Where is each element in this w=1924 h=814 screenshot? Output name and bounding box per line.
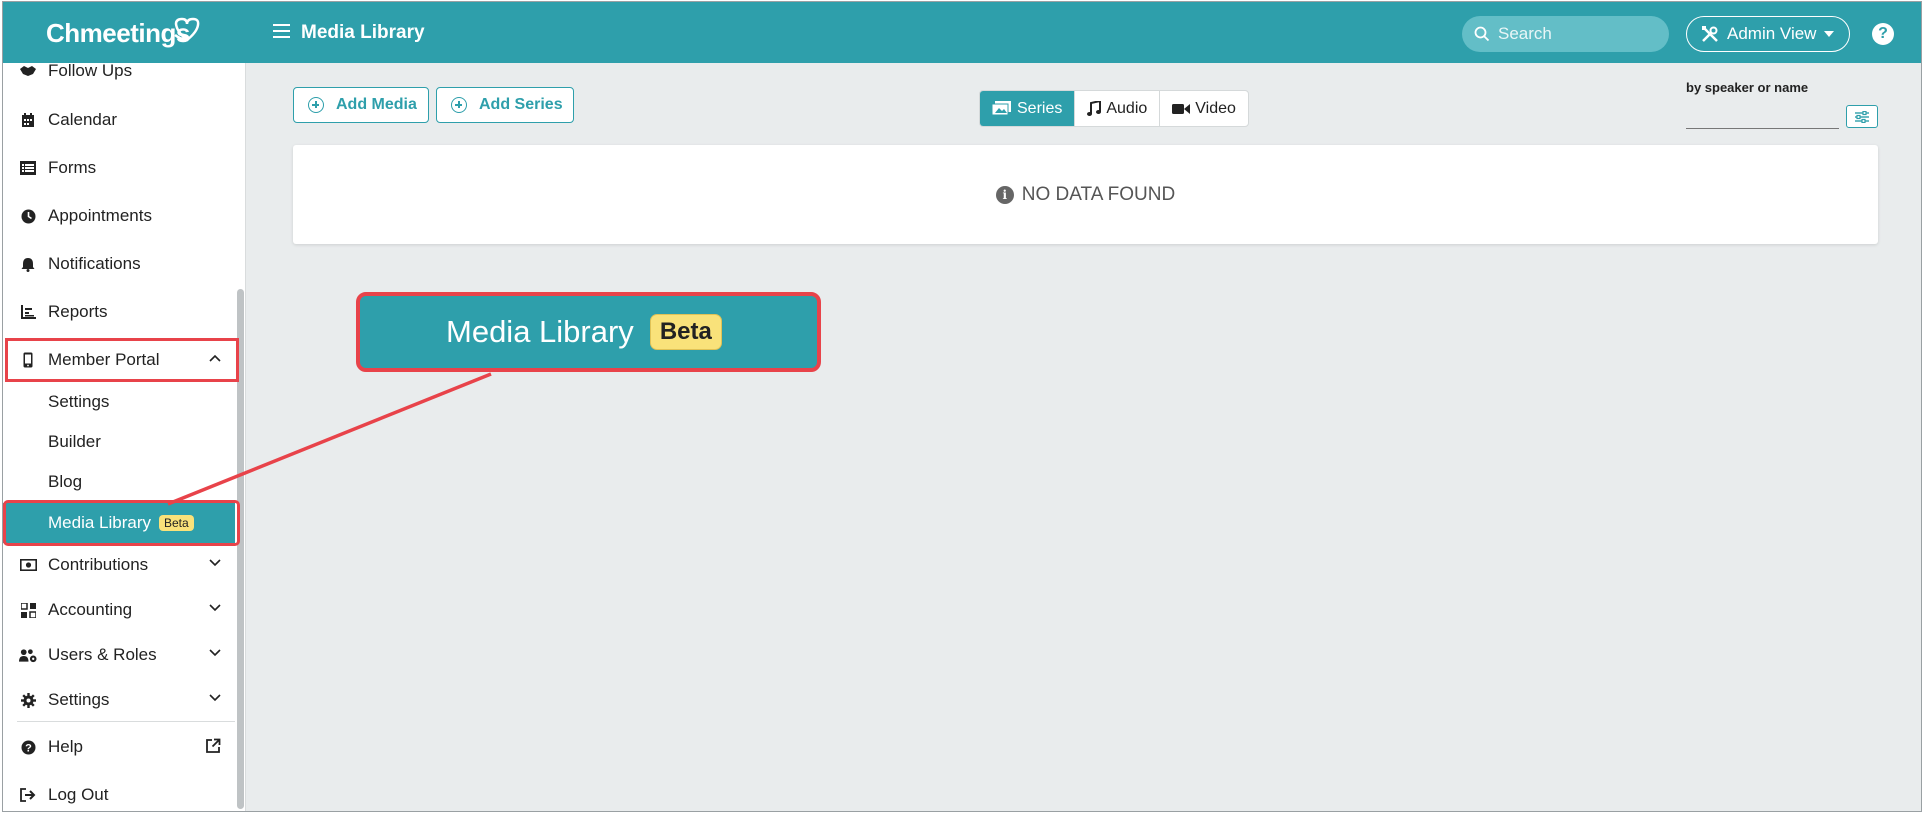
- money-icon: [19, 556, 37, 574]
- add-series-label: Add Series: [479, 96, 563, 113]
- highlight-media-library: [3, 500, 240, 546]
- hamburger-menu-icon[interactable]: [273, 24, 290, 38]
- filter-label: by speaker or name: [1686, 80, 1809, 95]
- sidebar: Follow Ups Calendar Forms Appointments N: [3, 61, 246, 811]
- filter-settings-button[interactable]: [1846, 105, 1878, 128]
- add-series-button[interactable]: Add Series: [436, 87, 574, 123]
- sidebar-subitem-settings[interactable]: Settings: [3, 383, 235, 421]
- sidebar-item-label: Help: [48, 737, 83, 756]
- callout-beta-badge: Beta: [649, 314, 722, 350]
- sidebar-item-label: Accounting: [48, 600, 133, 619]
- grid-icon: [19, 601, 37, 619]
- bar-chart-icon: [19, 303, 37, 321]
- top-bar: Chmeetings Media Library Admin View ?: [3, 2, 1921, 63]
- sidebar-item-calendar[interactable]: Calendar: [3, 100, 235, 140]
- app-window: Chmeetings Media Library Admin View ?: [2, 1, 1922, 812]
- sidebar-item-reports[interactable]: Reports: [3, 292, 235, 332]
- sidebar-item-log-out[interactable]: Log Out: [3, 775, 235, 811]
- external-link-icon: [206, 738, 221, 753]
- sliders-icon: [1855, 110, 1869, 123]
- sidebar-item-label: Follow Ups: [48, 61, 133, 80]
- sidebar-item-label: Calendar: [48, 110, 117, 129]
- sidebar-item-label: Contributions: [48, 555, 149, 574]
- search-icon: [1474, 26, 1490, 42]
- sidebar-item-help[interactable]: ? Help: [3, 727, 235, 767]
- sidebar-divider: [17, 721, 235, 722]
- video-camera-icon: [1172, 103, 1191, 114]
- sidebar-item-appointments[interactable]: Appointments: [3, 196, 235, 236]
- sidebar-subitem-blog[interactable]: Blog: [3, 463, 235, 501]
- search-input[interactable]: [1498, 24, 1658, 44]
- svg-text:?: ?: [25, 742, 32, 754]
- gear-icon: [19, 691, 37, 709]
- users-gear-icon: [19, 646, 37, 664]
- brand-name[interactable]: Chmeetings: [46, 18, 190, 49]
- speaker-name-filter-input[interactable]: [1686, 104, 1839, 129]
- caret-down-icon: [1824, 31, 1835, 37]
- sidebar-item-settings[interactable]: Settings: [3, 680, 235, 720]
- sidebar-item-contributions[interactable]: Contributions: [3, 545, 235, 585]
- chevron-down-icon: [209, 694, 221, 702]
- sidebar-item-label: Reports: [48, 302, 108, 321]
- sidebar-item-label: Appointments: [48, 206, 152, 225]
- sidebar-item-notifications[interactable]: Notifications: [3, 244, 235, 284]
- media-library-callout: Media Library Beta: [356, 292, 821, 372]
- admin-view-dropdown[interactable]: Admin View: [1686, 16, 1850, 52]
- info-icon: i: [995, 185, 1014, 204]
- tab-label: Audio: [1106, 99, 1148, 117]
- chevron-down-icon: [209, 649, 221, 657]
- list-icon: [19, 159, 37, 177]
- empty-state-message: NO DATA FOUND: [1021, 183, 1176, 205]
- logout-icon: [19, 786, 37, 804]
- admin-view-label: Admin View: [1727, 24, 1817, 43]
- music-icon: [1087, 100, 1102, 116]
- series-icon: [992, 101, 1011, 116]
- empty-state-card: i NO DATA FOUND: [293, 145, 1878, 244]
- sidebar-item-label: Log Out: [48, 785, 109, 804]
- chevron-down-icon: [209, 559, 221, 567]
- sidebar-subitem-builder[interactable]: Builder: [3, 423, 235, 461]
- sidebar-item-follow-ups[interactable]: Follow Ups: [3, 51, 235, 91]
- plus-circle-icon: [451, 97, 467, 113]
- tools-icon: [1702, 26, 1718, 42]
- callout-title: Media Library: [446, 314, 634, 349]
- sidebar-item-label: Notifications: [48, 254, 141, 273]
- handshake-icon: [19, 62, 37, 80]
- sidebar-item-users-roles[interactable]: Users & Roles: [3, 635, 235, 675]
- tab-series[interactable]: Series: [980, 91, 1076, 126]
- add-media-label: Add Media: [336, 96, 417, 113]
- brand-logo-icon: [174, 17, 200, 42]
- sidebar-item-label: Settings: [48, 690, 110, 709]
- clock-icon: [19, 207, 37, 225]
- chevron-down-icon: [209, 604, 221, 612]
- search-box[interactable]: [1462, 16, 1669, 52]
- sidebar-item-label: Users & Roles: [48, 645, 157, 664]
- bell-icon: [19, 255, 37, 273]
- question-circle-icon: ?: [19, 738, 37, 756]
- page-title: Media Library: [301, 22, 425, 43]
- tab-label: Video: [1195, 99, 1236, 117]
- callout-connector-line: [167, 372, 492, 506]
- help-icon[interactable]: ?: [1872, 23, 1894, 45]
- highlight-member-portal: [5, 338, 239, 382]
- media-type-tabs: Series Audio Video: [979, 90, 1249, 127]
- plus-circle-icon: [308, 97, 324, 113]
- calendar-icon: [19, 111, 37, 129]
- tab-video[interactable]: Video: [1160, 91, 1248, 126]
- sidebar-item-forms[interactable]: Forms: [3, 148, 235, 188]
- add-media-button[interactable]: Add Media: [293, 87, 429, 123]
- sidebar-item-label: Forms: [48, 158, 97, 177]
- tab-label: Series: [1017, 99, 1063, 117]
- sidebar-item-accounting[interactable]: Accounting: [3, 590, 235, 630]
- tab-audio[interactable]: Audio: [1075, 91, 1161, 126]
